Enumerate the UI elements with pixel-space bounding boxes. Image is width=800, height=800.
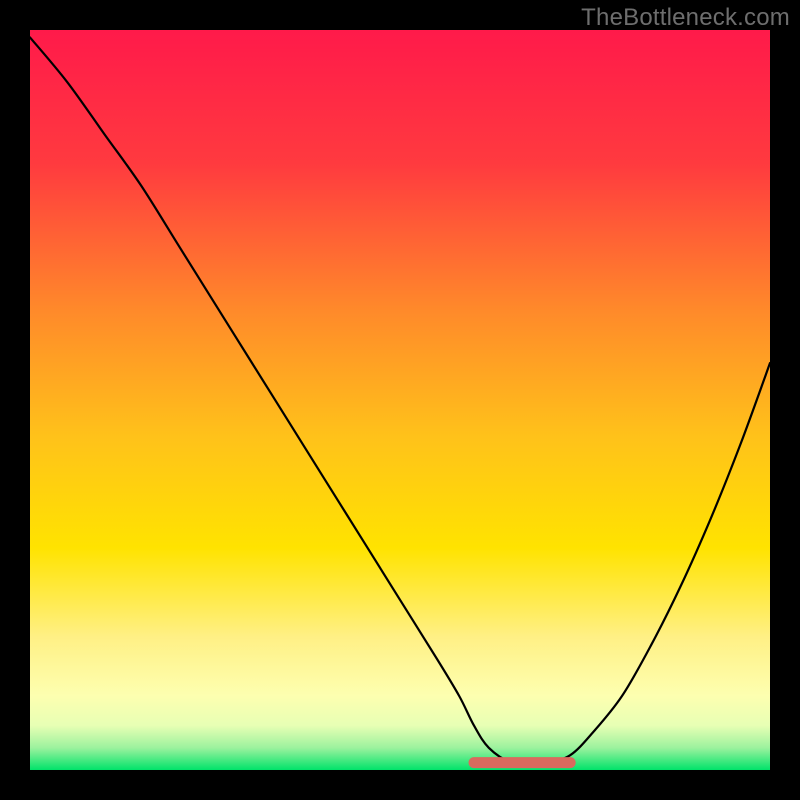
chart-svg — [30, 30, 770, 770]
chart-frame: TheBottleneck.com — [0, 0, 800, 800]
gradient-background — [30, 30, 770, 770]
watermark-text: TheBottleneck.com — [581, 4, 790, 32]
bottleneck-chart — [30, 30, 770, 770]
